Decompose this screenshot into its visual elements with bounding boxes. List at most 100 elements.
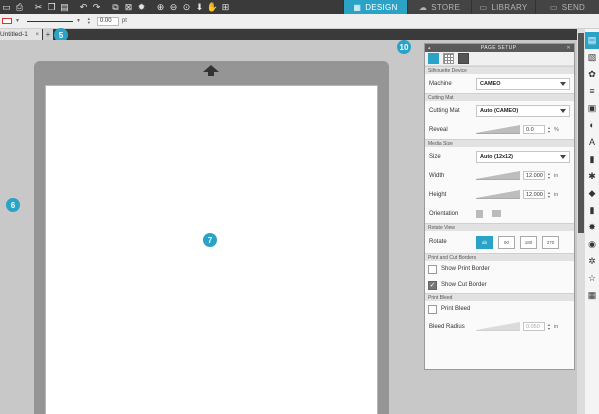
- rotate-90-button[interactable]: 90: [498, 235, 515, 249]
- print-bleed-row[interactable]: Print Bleed: [425, 301, 574, 317]
- width-slider[interactable]: [476, 171, 520, 180]
- portrait-icon[interactable]: [476, 209, 483, 218]
- zoom-fit-icon[interactable]: ⊙: [180, 0, 193, 14]
- panel-tabs: [425, 52, 574, 66]
- tab-send[interactable]: ▭ SEND: [535, 0, 599, 14]
- reveal-input[interactable]: 0.0: [523, 125, 545, 134]
- chevron-down-icon[interactable]: ▼: [76, 18, 81, 24]
- cutting-mat-value: Auto (CAMEO): [480, 107, 519, 114]
- modify-icon[interactable]: ◆: [585, 185, 599, 202]
- fill-color-icon[interactable]: ✿: [585, 66, 599, 83]
- show-cut-border-checkbox[interactable]: ✓: [428, 280, 437, 290]
- show-cut-border-label: Show Cut Border: [441, 282, 487, 288]
- print-bleed-checkbox[interactable]: [428, 304, 437, 314]
- chevron-down-icon[interactable]: ▼: [15, 18, 20, 24]
- line-width-input[interactable]: 0.00: [96, 16, 119, 26]
- library-icon[interactable]: ◉: [585, 236, 599, 253]
- close-icon[interactable]: ✕: [566, 45, 571, 51]
- callout-badge-7: 7: [203, 233, 217, 247]
- height-spinner[interactable]: ▲ ▼: [546, 191, 552, 199]
- height-unit: in: [554, 191, 559, 198]
- ungroup-icon[interactable]: ⊠: [122, 0, 135, 14]
- chevron-down-icon: [560, 108, 566, 113]
- rotate-270-button[interactable]: 270: [542, 235, 559, 249]
- line-style-sample[interactable]: [26, 20, 73, 22]
- transform-icon[interactable]: ▣: [585, 100, 599, 117]
- callout-badge-6: 6: [6, 198, 20, 212]
- shadow-icon[interactable]: ◐: [585, 117, 599, 134]
- collapse-icon[interactable]: ▴: [428, 45, 431, 51]
- nav-tabs: ▦ DESIGN ☁ STORE ▭ LIBRARY ▭ SEND: [343, 0, 599, 14]
- redo-icon[interactable]: ↷: [90, 0, 103, 14]
- zoom-in-icon[interactable]: ⊕: [154, 0, 167, 14]
- rhinestone-icon[interactable]: ✲: [585, 253, 599, 270]
- line-style-icon[interactable]: ≡: [585, 83, 599, 100]
- height-slider[interactable]: [476, 190, 520, 199]
- line-width-unit: pt: [121, 18, 127, 24]
- rotate-0-button[interactable]: ab: [476, 235, 493, 249]
- background-tab-icon[interactable]: [458, 53, 469, 64]
- height-input[interactable]: 12.000: [523, 190, 545, 199]
- width-label: Width: [429, 172, 445, 179]
- section-rotate-view: Rotate View: [425, 223, 574, 231]
- document-title: Untitled-1: [0, 31, 28, 38]
- design-icon[interactable]: ▧: [585, 49, 599, 66]
- print-icon[interactable]: ⎙: [13, 0, 26, 14]
- offset-icon[interactable]: ▮: [585, 202, 599, 219]
- page-setup-icon[interactable]: ▤: [585, 32, 599, 49]
- cutting-mat-select[interactable]: Auto (CAMEO): [476, 104, 570, 117]
- reveal-slider[interactable]: [476, 125, 520, 134]
- show-cut-border-row[interactable]: ✓ Show Cut Border: [425, 277, 574, 293]
- size-select[interactable]: Auto (12x12): [476, 150, 570, 163]
- pattern-icon[interactable]: ▦: [585, 287, 599, 304]
- copy-icon[interactable]: ❐: [45, 0, 58, 14]
- reveal-row: Reveal 0.0 ▲ ▼ %: [425, 120, 574, 139]
- save-icon[interactable]: ▭: [0, 0, 13, 14]
- rotate-180-button[interactable]: 180: [520, 235, 537, 249]
- cut-icon[interactable]: ✂: [32, 0, 45, 14]
- bleed-radius-input[interactable]: 0.050: [523, 322, 545, 331]
- close-icon[interactable]: ×: [35, 32, 39, 38]
- panel-header: ▴ PAGE SETUP ✕: [425, 44, 574, 52]
- scrollbar-thumb[interactable]: [578, 33, 584, 233]
- vertical-scrollbar[interactable]: [577, 29, 585, 414]
- grid-tab-icon[interactable]: [443, 53, 454, 64]
- width-spinner[interactable]: ▲ ▼: [546, 172, 552, 180]
- tab-store[interactable]: ☁ STORE: [407, 0, 471, 14]
- paste-icon[interactable]: ▤: [58, 0, 71, 14]
- bleed-radius-slider[interactable]: [476, 322, 520, 331]
- section-print-bleed: Print Bleed: [425, 293, 574, 301]
- hand-icon[interactable]: ✋: [206, 0, 219, 14]
- show-print-border-row[interactable]: Show Print Border: [425, 261, 574, 277]
- select-all-icon[interactable]: ⊞: [219, 0, 232, 14]
- width-input[interactable]: 12.000: [523, 171, 545, 180]
- tab-library[interactable]: ▭ LIBRARY: [471, 0, 535, 14]
- text-style-icon[interactable]: A: [585, 134, 599, 151]
- line-color-swatch[interactable]: [2, 18, 12, 24]
- width-row: Width 12.000 ▲ ▼ in: [425, 166, 574, 185]
- document-tab[interactable]: Untitled-1 ×: [0, 29, 42, 40]
- star-icon[interactable]: ☆: [585, 270, 599, 287]
- line-width-spinner[interactable]: ▲ ▼: [84, 16, 94, 26]
- bleed-radius-spinner[interactable]: ▲ ▼: [546, 323, 552, 331]
- send-icon: ▭: [549, 2, 558, 12]
- machine-value: CAMEO: [480, 80, 501, 87]
- group-icon[interactable]: ⧉: [109, 0, 122, 14]
- trace-icon[interactable]: ✸: [585, 219, 599, 236]
- feed-direction-arrow-icon: [203, 65, 219, 72]
- align-icon[interactable]: ▮: [585, 151, 599, 168]
- replicate-icon[interactable]: ✱: [585, 168, 599, 185]
- page-tab-icon[interactable]: [428, 53, 439, 64]
- arrow-down-icon[interactable]: ⬇: [193, 0, 206, 14]
- machine-select[interactable]: CAMEO: [476, 77, 570, 90]
- zoom-out-icon[interactable]: ⊖: [167, 0, 180, 14]
- design-page[interactable]: [45, 85, 378, 414]
- show-print-border-checkbox[interactable]: [428, 264, 437, 274]
- landscape-icon[interactable]: [492, 210, 501, 217]
- undo-icon[interactable]: ↶: [77, 0, 90, 14]
- sparkle-icon[interactable]: ✹: [135, 0, 148, 14]
- tab-design[interactable]: ▦ DESIGN: [343, 0, 407, 14]
- width-unit: in: [554, 172, 559, 179]
- add-tab-button[interactable]: +: [43, 29, 53, 40]
- reveal-spinner[interactable]: ▲ ▼: [546, 126, 552, 134]
